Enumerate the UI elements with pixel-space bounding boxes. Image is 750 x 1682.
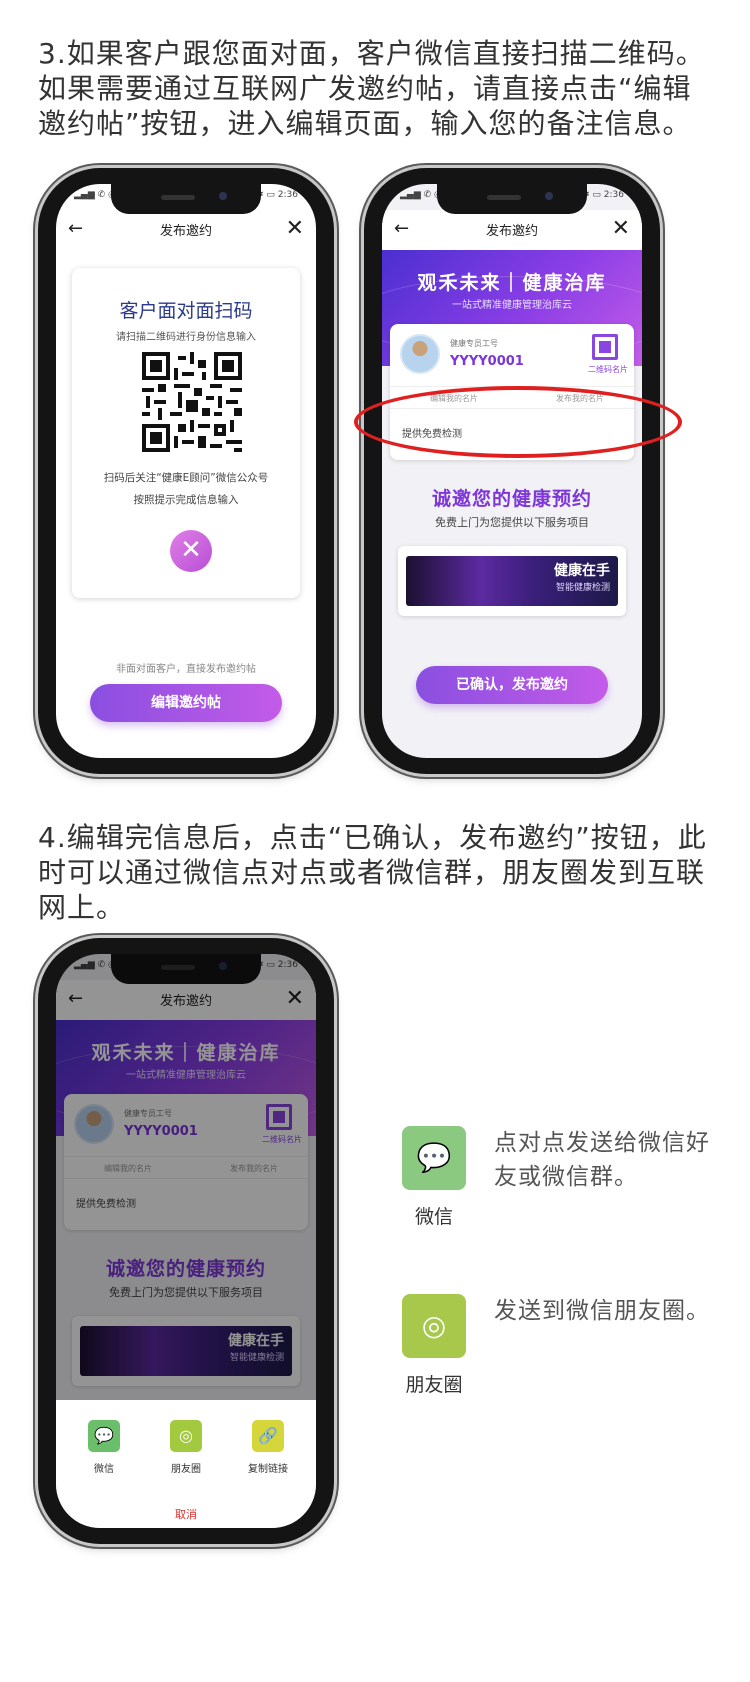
phone-mockup-share: ▂▄▆ ✆ ◎ ✱ ▭ 2:36 ← 发布邀约 ✕ 观禾未来｜健康治库 一站式精… (38, 938, 334, 1544)
close-icon[interactable]: ✕ (612, 216, 630, 241)
promo-card: 健康在手 智能健康检测 (398, 546, 626, 616)
nav-title: 发布邀约 (485, 224, 538, 239)
share-option-label: 微信 (94, 1464, 114, 1475)
employee-id: YYYY0001 (450, 354, 524, 369)
phone-notch (111, 184, 261, 214)
invite-title: 诚邀您的健康预约 (431, 488, 592, 510)
qr-code-icon[interactable] (592, 334, 618, 360)
wechat-icon: 💬 (88, 1420, 120, 1452)
share-option-moments[interactable]: ◎ 朋友圈 (156, 1420, 216, 1475)
scan-card-title: 客户面对面扫码 (119, 300, 253, 322)
employee-id-label: 健康专员工号 (450, 339, 498, 348)
share-info-wechat: 💬 微信 点对点发送给微信好友或微信群。 (402, 1126, 709, 1246)
status-bar-left: ▂▄▆ ✆ ◎ (400, 190, 442, 200)
close-icon[interactable]: ✕ (286, 216, 304, 241)
share-sheet: 💬 微信 ◎ 朋友圈 🔗 复制链接 取消 (56, 1400, 316, 1528)
status-bar-left: ▂▄▆ ✆ ◎ (74, 190, 116, 200)
scan-card-subtitle: 请扫描二维码进行身份信息输入 (116, 332, 256, 343)
scan-instruction-2: 按照提示完成信息输入 (133, 494, 239, 506)
share-info-label: 微信 (414, 1206, 453, 1228)
highlight-ring (354, 386, 682, 458)
invite-subtitle: 免费上门为您提供以下服务项目 (435, 516, 589, 529)
share-info-label: 朋友圈 (405, 1374, 463, 1396)
phone-mockup-edit: ▂▄▆ ✆ ◎ ✱ ▭ 2:36 ← 发布邀约 ✕ 观禾未来｜健康治库 一站式精… (364, 168, 660, 774)
close-circle-button[interactable]: ✕ (170, 530, 212, 572)
share-option-copy-link[interactable]: 🔗 复制链接 (238, 1420, 298, 1475)
nav-bar: ← 发布邀约 ✕ (382, 210, 642, 250)
moments-icon: ◎ (170, 1420, 202, 1452)
scan-instruction-1: 扫码后关注“健康E顾问”微信公众号 (103, 472, 269, 484)
share-option-wechat[interactable]: 💬 微信 (74, 1420, 134, 1475)
qr-card-label[interactable]: 二维码名片 (588, 364, 628, 375)
phone-notch (437, 184, 587, 214)
nav-bar: ← 发布邀约 ✕ (56, 210, 316, 250)
status-bar-right: ✱ ▭ 2:36 (256, 190, 298, 200)
step3-instruction: 3.如果客户跟您面对面，客户微信直接扫描二维码。如果需要通过互联网广发邀约帖，请… (38, 37, 705, 140)
banner-title: 观禾未来｜健康治库 (417, 272, 607, 294)
link-icon: 🔗 (252, 1420, 284, 1452)
scan-card: 客户面对面扫码 请扫描二维码进行身份信息输入 扫码后关注“健康E顾问”微信公众号… (72, 268, 300, 598)
phone-mockup-scan: ▂▄▆ ✆ ◎ ✱ ▭ 2:36 ← 发布邀约 ✕ 客户面对面扫码 请扫描二维码… (38, 168, 334, 774)
share-option-label: 复制链接 (248, 1464, 288, 1475)
edit-invitation-button[interactable]: 编辑邀约帖 (90, 684, 282, 722)
wechat-icon: 💬 (402, 1126, 466, 1190)
cancel-button[interactable]: 取消 (56, 1506, 316, 1522)
moments-icon: ◎ (402, 1294, 466, 1358)
phone-screen: ▂▄▆ ✆ ◎ ✱ ▭ 2:36 ← 发布邀约 ✕ 客户面对面扫码 请扫描二维码… (56, 184, 316, 758)
promo-title: 健康在手 (554, 563, 610, 579)
qr-code-icon (142, 352, 242, 452)
phone-screen: ▂▄▆ ✆ ◎ ✱ ▭ 2:36 ← 发布邀约 ✕ 观禾未来｜健康治库 一站式精… (56, 954, 316, 1528)
share-info-moments: ◎ 朋友圈 发送到微信朋友圈。 (402, 1294, 709, 1414)
share-option-label: 朋友圈 (171, 1464, 201, 1475)
non-face-note: 非面对面客户，直接发布邀约帖 (116, 664, 256, 675)
banner-subtitle: 一站式精准健康管理治库云 (452, 300, 572, 311)
nav-title: 发布邀约 (159, 224, 212, 239)
share-info-desc: 发送到微信朋友圈。 (494, 1298, 710, 1324)
avatar (400, 334, 440, 374)
phone-screen: ▂▄▆ ✆ ◎ ✱ ▭ 2:36 ← 发布邀约 ✕ 观禾未来｜健康治库 一站式精… (382, 184, 642, 758)
step4-instruction: 4.编辑完信息后，点击“已确认，发布邀约”按钮，此时可以通过微信点对点或者微信群… (38, 821, 707, 924)
confirm-publish-button[interactable]: 已确认，发布邀约 (416, 666, 608, 704)
share-info-desc: 点对点发送给微信好友或微信群。 (494, 1130, 710, 1190)
status-bar-right: ✱ ▭ 2:36 (582, 190, 624, 200)
promo-subtitle: 智能健康检测 (555, 583, 610, 593)
